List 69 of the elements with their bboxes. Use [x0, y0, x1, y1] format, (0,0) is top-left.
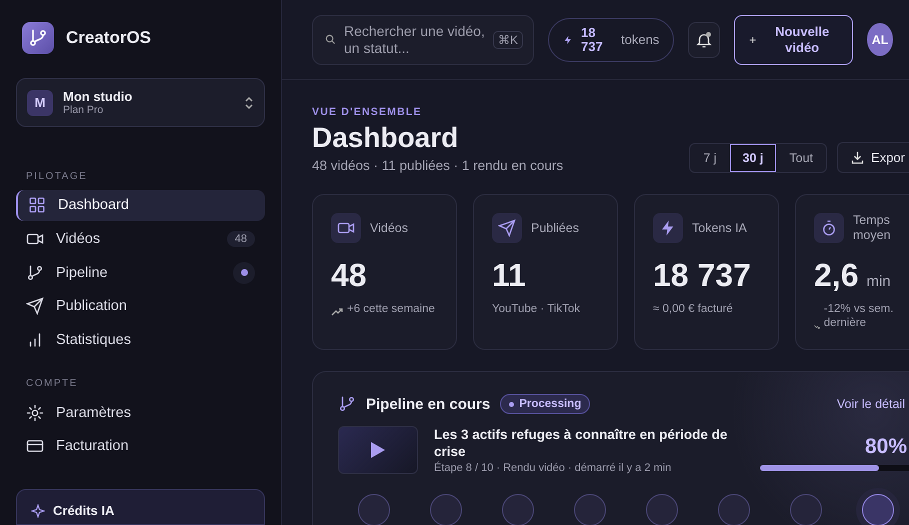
nav-item[interactable]: Dashboard [16, 190, 265, 221]
logo-icon [22, 22, 54, 54]
eyebrow-label: VUE D'ENSEMBLE [312, 106, 423, 118]
nav-item[interactable]: Statistiques [16, 324, 265, 356]
sun-gear-icon [26, 404, 44, 422]
trend-down-icon [814, 324, 820, 330]
stat-note: +6 cette semaine [347, 302, 435, 316]
workspace-name: Mon studio [63, 89, 134, 104]
video-thumbnail[interactable] [338, 426, 418, 474]
branch-icon [26, 264, 44, 282]
range-tab[interactable]: Tout [776, 144, 826, 172]
workspace-switcher[interactable]: M Mon studio Plan Pro [16, 78, 265, 127]
nav-item[interactable]: Facturation [16, 430, 265, 462]
section-label: PILOTAGE [26, 171, 88, 182]
send-icon [26, 297, 44, 316]
tokens-label: tokens [621, 32, 660, 47]
lightning-icon [563, 34, 573, 46]
stopwatch-icon [814, 213, 844, 243]
range-tab[interactable]: 7 j [690, 144, 730, 172]
tokens-pill[interactable]: 18 737 tokens [548, 18, 674, 62]
lightning-icon [653, 213, 683, 243]
user-avatar[interactable]: AL [867, 23, 893, 56]
nav-item[interactable]: Publication [16, 290, 265, 322]
chevron-updown-icon [244, 96, 254, 110]
stat-value: 11 [492, 257, 526, 294]
range-tab[interactable]: 30 j [730, 144, 776, 172]
credits-title: Crédits IA [53, 504, 114, 518]
details-link[interactable]: Voir le détail [836, 397, 905, 411]
branch-icon [338, 395, 356, 413]
search-icon [325, 34, 336, 45]
page-title: Dashboard [312, 122, 460, 154]
nav-item[interactable]: Paramètres [16, 397, 265, 428]
trend-up-icon [331, 308, 343, 316]
nav-item[interactable]: Vidéos 48 [16, 224, 265, 254]
workspace-plan: Plan Pro [63, 104, 104, 116]
stat-unit: min [866, 273, 891, 290]
plus-icon: + [749, 32, 756, 46]
stat-value: 2,6 [814, 257, 858, 294]
sparkle-icon [31, 504, 45, 518]
download-icon [850, 150, 866, 165]
section-label: COMPTE [26, 378, 79, 390]
new-video-button[interactable]: + Nouvelle vidéo [734, 14, 854, 64]
brand-name: CreatorOS [66, 28, 152, 48]
status-badge: Processing [500, 394, 590, 414]
video-title: Les 3 actifs refuges à connaître en période de crise [434, 426, 728, 460]
export-button[interactable]: Expor [837, 142, 909, 173]
stat-label: Tokens IA [692, 220, 747, 236]
workspace-avatar: M [27, 90, 53, 116]
stat-note: -12% vs sem. dernière [824, 302, 894, 330]
stat-label: Publiées [531, 220, 579, 236]
progress-percent: 80% [864, 435, 908, 459]
send-icon [492, 213, 522, 243]
stat-value: 18 737 [653, 257, 751, 294]
stat-value: 48 [331, 257, 367, 294]
pipeline-title: Pipeline en cours [366, 396, 490, 412]
tokens-value: 18 737 [581, 26, 604, 54]
page-subtitle: 48 vidéos · 11 publiées · 1 rendu en cours [312, 158, 564, 173]
stat-note: YouTube · TikTok [492, 302, 580, 316]
video-meta: Étape 8 / 10 · Rendu vidéo · démarré il y a 2 min [434, 462, 672, 474]
play-icon [371, 442, 385, 458]
video-camera-icon [331, 213, 361, 243]
notifications-button[interactable] [688, 22, 720, 58]
stat-label: Vidéos [370, 220, 408, 236]
count-badge: 48 [226, 230, 255, 247]
shortcut-hint: ⌘K [492, 30, 523, 48]
stat-note: ≈ 0,00 € facturé [653, 302, 733, 316]
nav-item[interactable]: Pipeline [16, 257, 265, 288]
stat-label: Temps moyen [853, 213, 892, 243]
grid-icon [28, 196, 46, 214]
